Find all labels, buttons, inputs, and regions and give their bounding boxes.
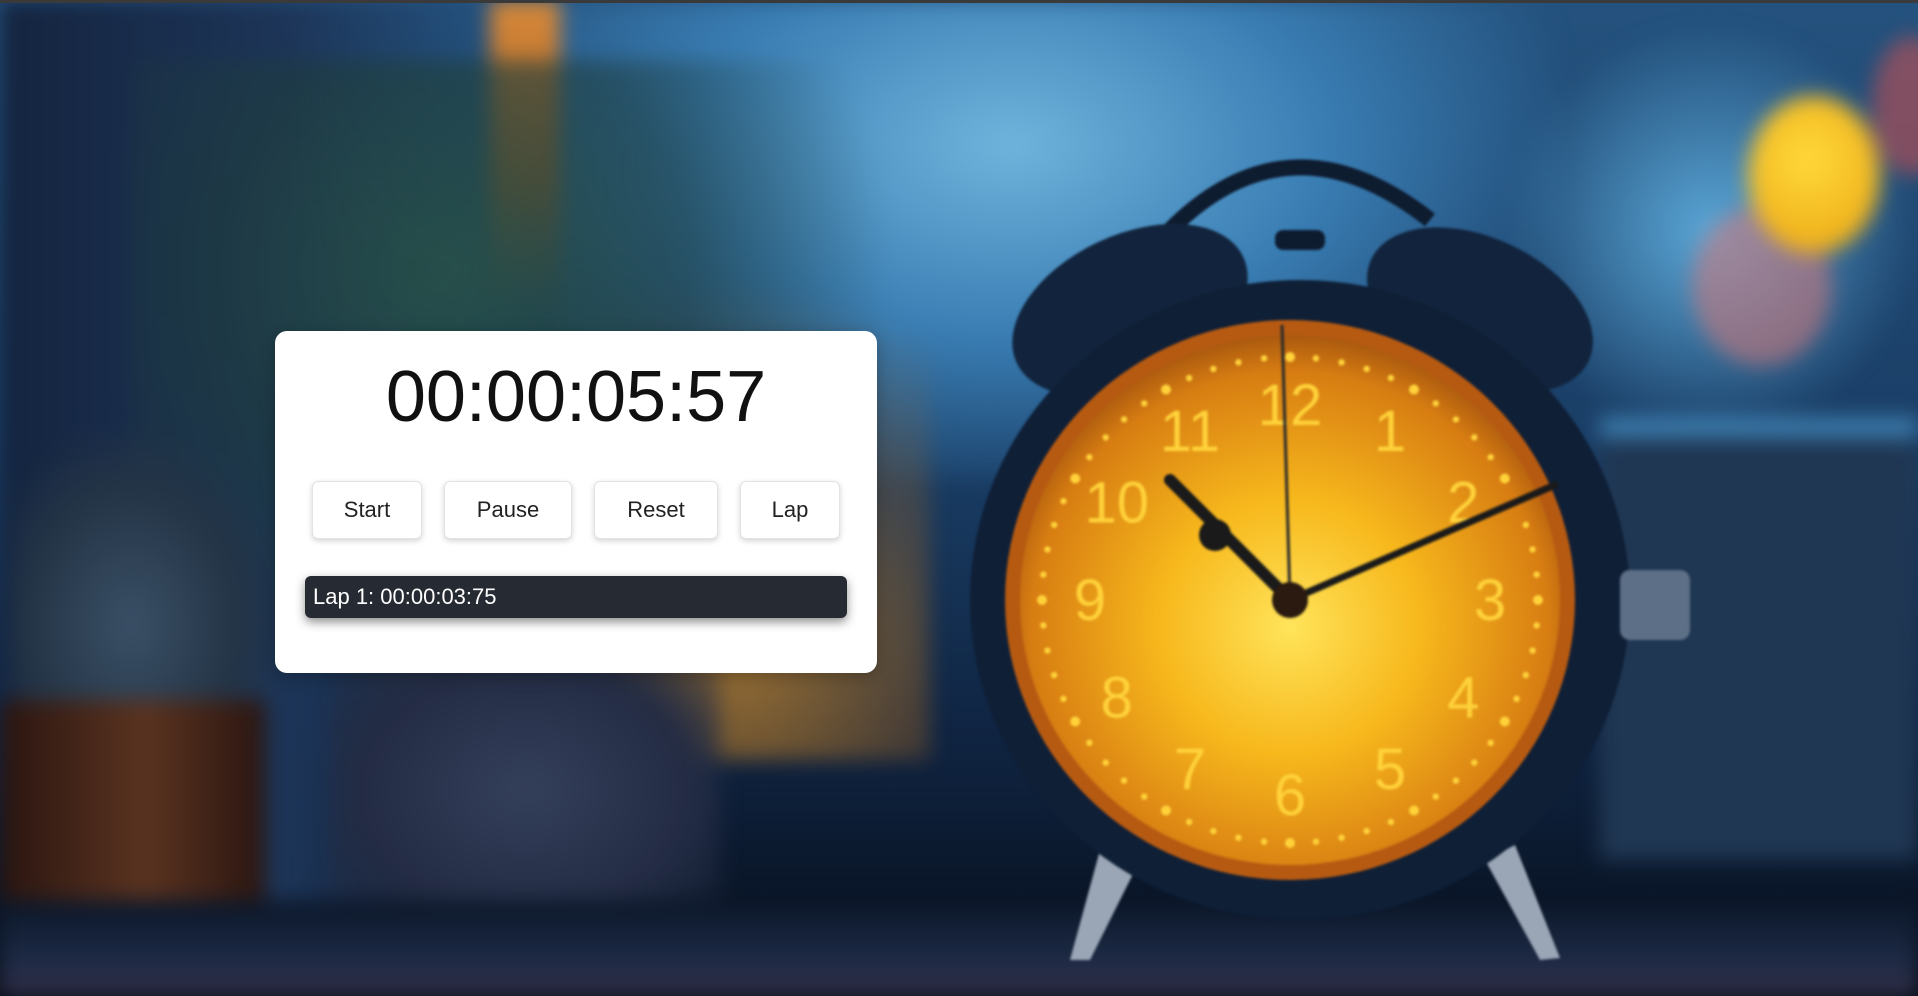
clock-tick-dot: [1070, 473, 1081, 484]
clock-tick-dot: [1487, 453, 1494, 461]
clock-tick-dot: [1044, 546, 1051, 553]
clock-tick-dot: [1260, 355, 1268, 362]
clock-tick-dot: [1471, 759, 1478, 766]
clock-tick-dot: [1312, 355, 1320, 362]
stopwatch-controls: Start Pause Reset Lap: [275, 481, 877, 539]
clock-tick-dot: [1529, 647, 1536, 654]
clock-numeral: 5: [1374, 737, 1406, 802]
clock-tick-dot: [1432, 400, 1439, 407]
stopwatch-display: 00:00:05:57: [385, 357, 767, 437]
clock-alarm-button: [1275, 230, 1325, 250]
clock-tick-dot: [1086, 453, 1093, 461]
start-button[interactable]: Start: [312, 481, 422, 539]
top-border: [0, 0, 1918, 3]
background-photo: 12 1 2 3 4 5 6 7 8 9 10 11 00:00:05:57 Start Pause …: [0, 0, 1918, 996]
clock-tick-dot: [1161, 805, 1171, 816]
clock-tick-dot: [1070, 716, 1081, 727]
clock-tick-dot: [1452, 777, 1460, 784]
clock-tick-dot: [1044, 647, 1051, 654]
clock-tick-dot: [1529, 546, 1536, 553]
clock-tick-dot: [1409, 805, 1419, 816]
clock-tick-dot: [1102, 434, 1109, 441]
clock-tick-dot: [1513, 695, 1520, 703]
clock-tick-dot: [1285, 352, 1295, 362]
clock-tick-dot: [1040, 571, 1047, 578]
clock-tick-dot: [1285, 838, 1295, 848]
clock-handle: [1164, 159, 1435, 236]
clock-tick-dot: [1086, 739, 1093, 747]
clock-tick-dot: [1235, 359, 1242, 366]
clock-tick-dot: [1533, 595, 1543, 605]
clock-tick-dot: [1102, 759, 1109, 766]
clock-tick-dot: [1499, 716, 1510, 727]
clock-tick-dot: [1471, 434, 1478, 441]
clock-numeral: 4: [1447, 666, 1479, 731]
clock-numeral: 9: [1074, 568, 1106, 633]
clock-tick-dot: [1452, 416, 1460, 423]
clock-tick-dot: [1387, 818, 1395, 826]
stopwatch-panel: 00:00:05:57 Start Pause Reset Lap Lap 1:…: [275, 331, 877, 673]
clock-numeral: 3: [1474, 568, 1506, 633]
clock-tick-dot: [1060, 695, 1067, 703]
clock-numeral: 6: [1274, 763, 1306, 828]
clock-tick-dot: [1141, 793, 1148, 800]
reset-button[interactable]: Reset: [594, 481, 718, 539]
clock-tick-dot: [1210, 827, 1217, 835]
clock-hour-hand-counterweight: [1199, 519, 1231, 551]
clock-tick-dot: [1037, 595, 1047, 605]
clock-tick-dot: [1050, 521, 1058, 529]
clock-side-knob: [1620, 570, 1690, 640]
clock-tick-dot: [1161, 384, 1171, 395]
clock-numeral: 1: [1374, 399, 1406, 464]
alarm-clock-image: 12 1234567891011: [970, 159, 1690, 960]
clock-tick-dot: [1338, 834, 1345, 841]
clock-numeral: 8: [1101, 666, 1133, 731]
clock-tick-dot: [1312, 838, 1320, 845]
clock-tick-dot: [1487, 739, 1494, 747]
clock-tick-dot: [1260, 838, 1268, 845]
clock-tick-dot: [1141, 400, 1148, 407]
clock-tick-dot: [1120, 777, 1128, 784]
lap-list: Lap 1: 00:00:03:75: [305, 576, 847, 618]
clock-numeral: 7: [1174, 737, 1206, 802]
clock-numeral: 10: [1085, 471, 1150, 536]
clock-leg-right: [1485, 845, 1560, 960]
clock-tick-dot: [1050, 671, 1058, 679]
clock-tick-dot: [1363, 827, 1370, 835]
clock-numeral: 12: [1258, 373, 1323, 438]
clock-tick-dot: [1432, 793, 1439, 800]
clock-tick-dot: [1185, 374, 1193, 382]
clock-tick-dot: [1522, 521, 1530, 529]
clock-center-pin: [1272, 582, 1308, 618]
succulent-plant: [10, 430, 280, 730]
clock-tick-dot: [1363, 365, 1370, 373]
plant-vase: [330, 640, 720, 940]
clock-tick-dot: [1387, 374, 1395, 382]
bokeh-light-yellow: [1748, 96, 1880, 254]
clock-tick-dot: [1533, 622, 1540, 629]
clock-tick-dot: [1338, 359, 1345, 366]
clock-tick-dot: [1120, 416, 1128, 423]
clock-tick-dot: [1533, 571, 1540, 578]
clock-numeral: 11: [1160, 399, 1220, 464]
clock-tick-dot: [1522, 671, 1530, 679]
clock-tick-dot: [1499, 473, 1510, 484]
lap-item: Lap 1: 00:00:03:75: [305, 576, 847, 618]
clock-tick-dot: [1210, 365, 1217, 373]
clock-tick-dot: [1060, 497, 1067, 505]
clock-tick-dot: [1040, 622, 1047, 629]
clock-tick-dot: [1409, 384, 1419, 395]
pause-button[interactable]: Pause: [444, 481, 572, 539]
clock-tick-dot: [1235, 834, 1242, 841]
clock-tick-dot: [1185, 818, 1193, 826]
lap-button[interactable]: Lap: [740, 481, 840, 539]
